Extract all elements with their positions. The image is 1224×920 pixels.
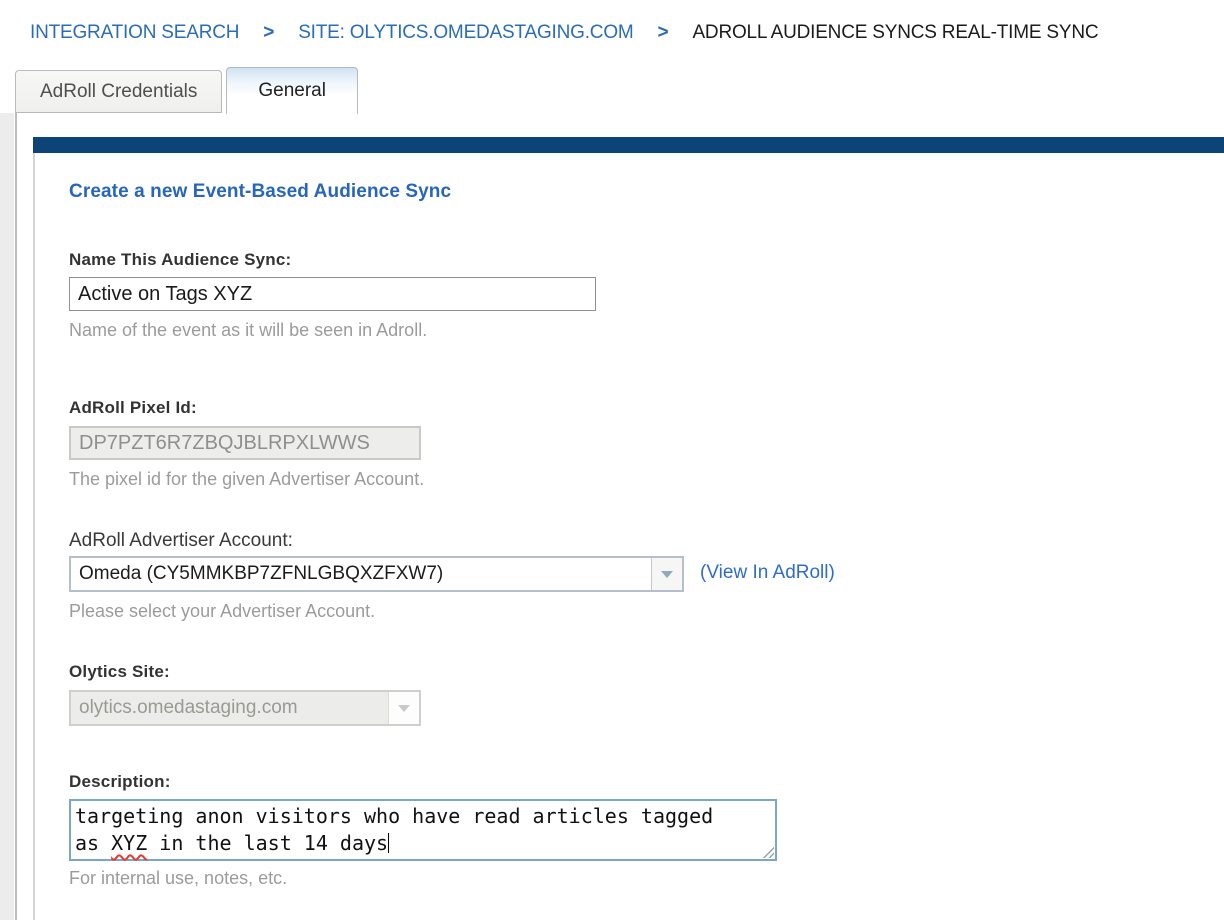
text-caret-icon [388,833,389,853]
chevron-down-icon [398,705,410,712]
description-line2-text: in the last 14 days [147,831,388,855]
field-olytics-site: Olytics Site: olytics.omedastaging.com [69,661,1184,726]
description-textarea[interactable]: targeting anon visitors who have read ar… [69,799,777,861]
card-accent-bar [33,137,1224,153]
name-sync-helper: Name of the event as it will be seen in … [69,319,1184,341]
description-line2-text: as [75,831,111,855]
page-background-strip [0,113,14,920]
tab-general-label: General [258,80,326,101]
olytics-site-dropdown-button [388,692,419,724]
name-sync-input[interactable] [69,277,596,311]
tab-general[interactable]: General [226,67,358,114]
field-description: Description: targeting anon visitors who… [69,771,1184,889]
breadcrumb-separator-icon: > [263,22,274,44]
field-pixel-id: AdRoll Pixel Id: The pixel id for the gi… [69,397,1184,490]
advertiser-account-dropdown-button[interactable] [651,558,682,590]
tab-adroll-credentials-label: AdRoll Credentials [40,81,197,102]
field-advertiser-account: AdRoll Advertiser Account: Omeda (CY5MMK… [69,530,1184,622]
form-card: Create a new Event-Based Audience Sync N… [33,137,1224,920]
breadcrumb-current-page: ADROLL AUDIENCE SYNCS REAL-TIME SYNC [692,22,1098,44]
tab-adroll-credentials[interactable]: AdRoll Credentials [15,70,222,113]
olytics-site-dropdown: olytics.omedastaging.com [69,690,421,726]
card-body: Create a new Event-Based Audience Sync N… [33,153,1224,920]
breadcrumb-link-site[interactable]: SITE: OLYTICS.OMEDASTAGING.COM [298,22,633,44]
advertiser-account-value: Omeda (CY5MMKBP7ZFNLGBQXZFXW7) [71,558,651,590]
name-sync-label: Name This Audience Sync: [69,249,1184,271]
description-label: Description: [69,771,1184,793]
field-name-sync: Name This Audience Sync: Name of the eve… [69,249,1184,341]
breadcrumb: INTEGRATION SEARCH > SITE: OLYTICS.OMEDA… [0,0,1224,66]
olytics-site-label: Olytics Site: [69,661,1184,683]
pixel-id-input [69,426,421,460]
page-title: Create a new Event-Based Audience Sync [69,181,1184,203]
breadcrumb-link-integration-search[interactable]: INTEGRATION SEARCH [30,22,239,44]
advertiser-account-helper: Please select your Advertiser Account. [69,600,1184,622]
view-in-adroll-link[interactable]: (View In AdRoll) [700,562,835,584]
tab-content-panel: Create a new Event-Based Audience Sync N… [15,113,1224,920]
description-helper: For internal use, notes, etc. [69,867,1184,889]
description-line-2: as XYZ in the last 14 days [75,830,771,857]
pixel-id-helper: The pixel id for the given Advertiser Ac… [69,468,1184,490]
olytics-site-value: olytics.omedastaging.com [71,692,388,724]
chevron-down-icon [661,571,673,578]
advertiser-account-label: AdRoll Advertiser Account: [69,530,1184,552]
description-misspelled-word: XYZ [111,831,147,855]
advertiser-account-dropdown[interactable]: Omeda (CY5MMKBP7ZFNLGBQXZFXW7) [69,556,684,592]
breadcrumb-separator-icon: > [658,22,669,44]
tab-bar: AdRoll Credentials General [15,66,1224,113]
pixel-id-label: AdRoll Pixel Id: [69,397,1184,419]
description-line-1: targeting anon visitors who have read ar… [75,803,771,830]
advertiser-account-row: Omeda (CY5MMKBP7ZFNLGBQXZFXW7) (View In … [69,552,1184,592]
